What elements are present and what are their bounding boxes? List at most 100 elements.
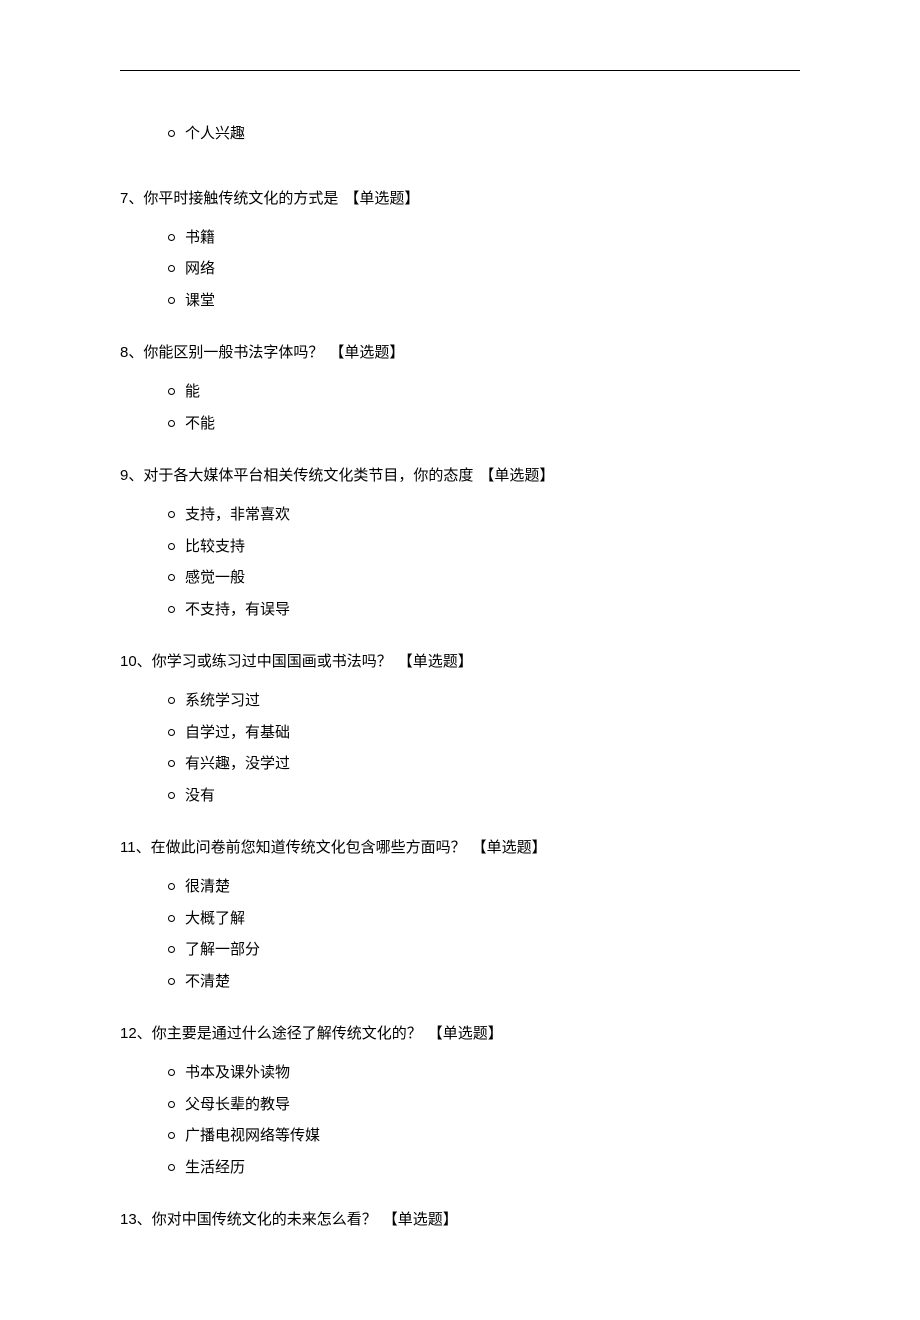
question-type: 【单选题】 bbox=[428, 1025, 503, 1042]
question-number: 9、 bbox=[120, 467, 143, 484]
question-title: 7、你平时接触传统文化的方式是【单选题】 bbox=[120, 187, 800, 211]
question-number: 13、 bbox=[120, 1211, 152, 1228]
option-text: 有兴趣，没学过 bbox=[185, 751, 290, 777]
option-text: 广播电视网络等传媒 bbox=[185, 1123, 320, 1149]
radio-icon bbox=[168, 1069, 175, 1076]
option-row[interactable]: 书籍 bbox=[168, 225, 800, 251]
option-text: 不清楚 bbox=[185, 969, 230, 995]
option-row[interactable]: 能 bbox=[168, 379, 800, 405]
radio-icon bbox=[168, 606, 175, 613]
question-text: 在做此问卷前您知道传统文化包含哪些方面吗？ bbox=[151, 839, 466, 856]
option-text: 父母长辈的教导 bbox=[185, 1092, 290, 1118]
option-row[interactable]: 很清楚 bbox=[168, 874, 800, 900]
option-text: 比较支持 bbox=[185, 534, 245, 560]
question-text: 你平时接触传统文化的方式是 bbox=[143, 190, 338, 207]
option-text: 自学过，有基础 bbox=[185, 720, 290, 746]
option-text: 个人兴趣 bbox=[185, 121, 245, 147]
question-block: 13、你对中国传统文化的未来怎么看？ 【单选题】 bbox=[120, 1208, 800, 1232]
question-block: 12、你主要是通过什么途径了解传统文化的？【单选题】书本及课外读物父母长辈的教导… bbox=[120, 1022, 800, 1180]
question-title: 11、在做此问卷前您知道传统文化包含哪些方面吗？【单选题】 bbox=[120, 836, 800, 860]
option-text: 支持，非常喜欢 bbox=[185, 502, 290, 528]
question-text: 你主要是通过什么途径了解传统文化的？ bbox=[152, 1025, 422, 1042]
radio-icon bbox=[168, 760, 175, 767]
radio-icon bbox=[168, 543, 175, 550]
radio-icon bbox=[168, 978, 175, 985]
top-divider bbox=[120, 70, 800, 71]
options-list: 书籍网络课堂 bbox=[168, 225, 800, 314]
radio-icon bbox=[168, 1101, 175, 1108]
option-row[interactable]: 不能 bbox=[168, 411, 800, 437]
option-text: 书籍 bbox=[185, 225, 215, 251]
option-row[interactable]: 没有 bbox=[168, 783, 800, 809]
option-row[interactable]: 有兴趣，没学过 bbox=[168, 751, 800, 777]
option-row[interactable]: 了解一部分 bbox=[168, 937, 800, 963]
radio-icon bbox=[168, 792, 175, 799]
question-title: 12、你主要是通过什么途径了解传统文化的？【单选题】 bbox=[120, 1022, 800, 1046]
option-row[interactable]: 生活经历 bbox=[168, 1155, 800, 1181]
radio-icon bbox=[168, 297, 175, 304]
option-text: 书本及课外读物 bbox=[185, 1060, 290, 1086]
options-list: 支持，非常喜欢比较支持感觉一般不支持，有误导 bbox=[168, 502, 800, 622]
question-title: 10、你学习或练习过中国国画或书法吗？【单选题】 bbox=[120, 650, 800, 674]
option-row[interactable]: 感觉一般 bbox=[168, 565, 800, 591]
option-row[interactable]: 系统学习过 bbox=[168, 688, 800, 714]
radio-icon bbox=[168, 420, 175, 427]
radio-icon bbox=[168, 946, 175, 953]
question-text: 你对中国传统文化的未来怎么看？ bbox=[152, 1211, 377, 1228]
radio-icon bbox=[168, 130, 175, 137]
page-container: 个人兴趣 7、你平时接触传统文化的方式是【单选题】书籍网络课堂8、你能区别一般书… bbox=[0, 0, 920, 1320]
option-row[interactable]: 课堂 bbox=[168, 288, 800, 314]
option-text: 没有 bbox=[185, 783, 215, 809]
option-row[interactable]: 个人兴趣 bbox=[168, 121, 800, 147]
option-text: 了解一部分 bbox=[185, 937, 260, 963]
radio-icon bbox=[168, 265, 175, 272]
options-list: 很清楚大概了解了解一部分不清楚 bbox=[168, 874, 800, 994]
option-row[interactable]: 父母长辈的教导 bbox=[168, 1092, 800, 1118]
question-type: 【单选题】 bbox=[472, 839, 547, 856]
option-text: 很清楚 bbox=[185, 874, 230, 900]
radio-icon bbox=[168, 915, 175, 922]
options-list: 能不能 bbox=[168, 379, 800, 436]
option-text: 感觉一般 bbox=[185, 565, 245, 591]
question-block: 11、在做此问卷前您知道传统文化包含哪些方面吗？【单选题】很清楚大概了解了解一部… bbox=[120, 836, 800, 994]
question-number: 7、 bbox=[120, 190, 143, 207]
question-block: 8、你能区别一般书法字体吗？【单选题】能不能 bbox=[120, 341, 800, 436]
option-row[interactable]: 不支持，有误导 bbox=[168, 597, 800, 623]
option-row[interactable]: 大概了解 bbox=[168, 906, 800, 932]
question-block: 10、你学习或练习过中国国画或书法吗？【单选题】系统学习过自学过，有基础有兴趣，… bbox=[120, 650, 800, 808]
option-text: 生活经历 bbox=[185, 1155, 245, 1181]
radio-icon bbox=[168, 1164, 175, 1171]
option-text: 网络 bbox=[185, 256, 215, 282]
question-type: 【单选题】 bbox=[383, 1211, 458, 1228]
question-title: 9、对于各大媒体平台相关传统文化类节目，你的态度【单选题】 bbox=[120, 464, 800, 488]
radio-icon bbox=[168, 697, 175, 704]
radio-icon bbox=[168, 511, 175, 518]
question-block: 9、对于各大媒体平台相关传统文化类节目，你的态度【单选题】支持，非常喜欢比较支持… bbox=[120, 464, 800, 622]
option-text: 系统学习过 bbox=[185, 688, 260, 714]
option-text: 不支持，有误导 bbox=[185, 597, 290, 623]
question-number: 8、 bbox=[120, 344, 143, 361]
option-row[interactable]: 网络 bbox=[168, 256, 800, 282]
question-title: 13、你对中国传统文化的未来怎么看？ 【单选题】 bbox=[120, 1208, 800, 1232]
option-text: 课堂 bbox=[185, 288, 215, 314]
question-type: 【单选题】 bbox=[398, 653, 473, 670]
question-title: 8、你能区别一般书法字体吗？【单选题】 bbox=[120, 341, 800, 365]
option-row[interactable]: 比较支持 bbox=[168, 534, 800, 560]
question-type: 【单选题】 bbox=[479, 467, 554, 484]
option-text: 能 bbox=[185, 379, 200, 405]
radio-icon bbox=[168, 729, 175, 736]
orphan-option-row: 个人兴趣 bbox=[168, 121, 800, 147]
option-row[interactable]: 自学过，有基础 bbox=[168, 720, 800, 746]
options-list: 系统学习过自学过，有基础有兴趣，没学过没有 bbox=[168, 688, 800, 808]
question-text: 对于各大媒体平台相关传统文化类节目，你的态度 bbox=[143, 467, 473, 484]
question-type: 【单选题】 bbox=[344, 190, 419, 207]
option-row[interactable]: 支持，非常喜欢 bbox=[168, 502, 800, 528]
option-row[interactable]: 广播电视网络等传媒 bbox=[168, 1123, 800, 1149]
question-type: 【单选题】 bbox=[329, 344, 404, 361]
radio-icon bbox=[168, 574, 175, 581]
question-block: 7、你平时接触传统文化的方式是【单选题】书籍网络课堂 bbox=[120, 187, 800, 314]
radio-icon bbox=[168, 1132, 175, 1139]
option-row[interactable]: 不清楚 bbox=[168, 969, 800, 995]
option-row[interactable]: 书本及课外读物 bbox=[168, 1060, 800, 1086]
question-number: 10、 bbox=[120, 653, 152, 670]
